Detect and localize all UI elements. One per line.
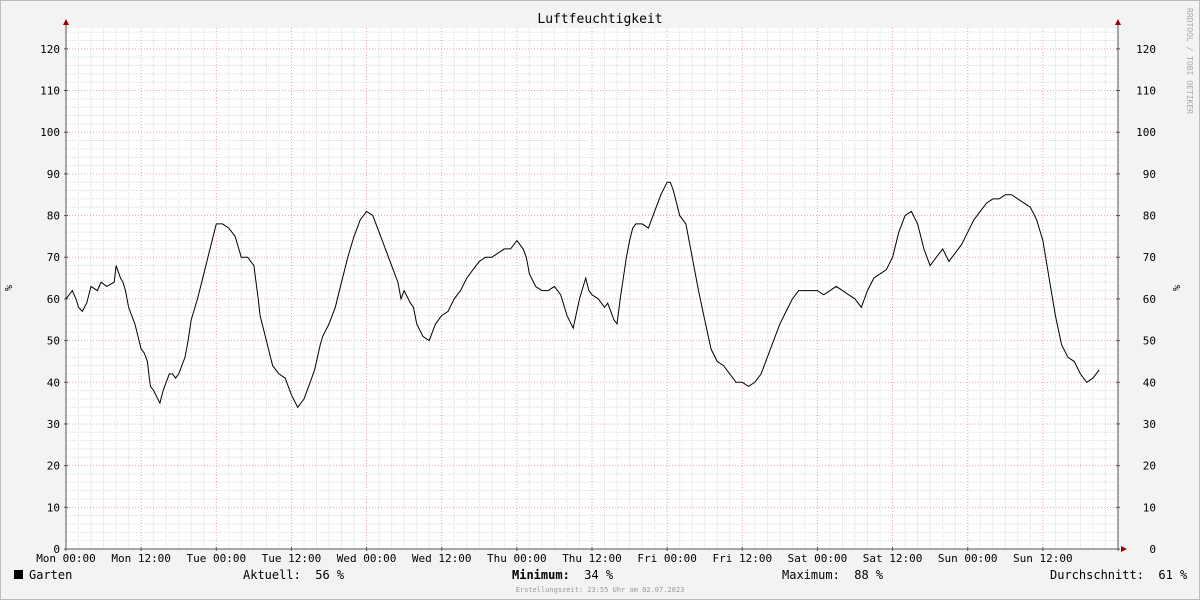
chart-window: 0 10 20 30 40 50 60 70 80 90 100 110 120 0 10 20 30 40 50… bbox=[0, 0, 1200, 600]
y-tick-label-left: 20 bbox=[47, 460, 60, 473]
x-tick-label: Sun 12:00 bbox=[1013, 552, 1073, 565]
y-tick-label-left: 10 bbox=[47, 501, 60, 514]
y-tick-label-left: 30 bbox=[47, 418, 60, 431]
legend-max-value: 88 % bbox=[854, 568, 884, 582]
y-tick-label-right: 10 bbox=[1143, 501, 1156, 514]
legend-current-value: 56 % bbox=[315, 568, 345, 582]
y-tick-label-left: 80 bbox=[47, 210, 60, 223]
y-tick-label-right: 120 bbox=[1136, 43, 1156, 56]
x-tick-label: Fri 12:00 bbox=[712, 552, 772, 565]
x-tick-label: Sat 00:00 bbox=[788, 552, 848, 565]
y-tick-label-right: 100 bbox=[1136, 126, 1156, 139]
y-tick-label-left: 120 bbox=[40, 43, 60, 56]
chart-title: Luftfeuchtigkeit bbox=[537, 12, 662, 27]
legend-current: Aktuell: 56 % bbox=[243, 568, 344, 582]
creation-timestamp: Erstellungszeit: 23:55 Uhr am 02.07.2023 bbox=[515, 586, 685, 594]
x-tick-label: Thu 00:00 bbox=[487, 552, 547, 565]
legend-avg-value: 61 % bbox=[1158, 568, 1188, 582]
legend-series-name: Garten bbox=[29, 568, 73, 582]
humidity-chart: 0102030405060708090100110120 01020304050… bbox=[0, 0, 1200, 600]
y-tick-label-right: 90 bbox=[1143, 168, 1156, 181]
x-tick-label: Wed 00:00 bbox=[337, 552, 397, 565]
x-tick-label: Mon 00:00 bbox=[36, 552, 96, 565]
y-axis-label-left: % bbox=[4, 285, 15, 291]
y-tick-label-left: 50 bbox=[47, 335, 60, 348]
x-tick-label: Tue 00:00 bbox=[186, 552, 246, 565]
y-tick-label-right: 40 bbox=[1143, 376, 1156, 389]
legend-maximum: Maximum: 88 % bbox=[782, 568, 883, 582]
legend-swatch bbox=[14, 570, 23, 579]
legend: Garten Aktuell: 56 % Minimum: 34 % Maxim… bbox=[0, 568, 1200, 584]
y-tick-label-right: 60 bbox=[1143, 293, 1156, 306]
y-tick-label-right: 80 bbox=[1143, 210, 1156, 223]
legend-avg-label: Durchschnitt: bbox=[1050, 568, 1144, 582]
legend-current-label: Aktuell: bbox=[243, 568, 301, 582]
y-tick-label-right: 20 bbox=[1143, 460, 1156, 473]
y-tick-label-right: 70 bbox=[1143, 251, 1156, 264]
y-tick-label-right: 30 bbox=[1143, 418, 1156, 431]
legend-min-label: Minimum: bbox=[512, 568, 570, 582]
x-tick-label: Sun 00:00 bbox=[938, 552, 998, 565]
legend-series: Garten bbox=[14, 568, 72, 582]
y-tick-label-right: 110 bbox=[1136, 85, 1156, 98]
x-tick-label: Tue 12:00 bbox=[262, 552, 322, 565]
y-tick-label-left: 60 bbox=[47, 293, 60, 306]
y-tick-label-left: 90 bbox=[47, 168, 60, 181]
x-tick-label: Wed 12:00 bbox=[412, 552, 472, 565]
legend-min-value: 34 % bbox=[584, 568, 614, 582]
x-tick-label: Mon 12:00 bbox=[111, 552, 171, 565]
rrdtool-watermark: RRDTOOL / TOBI OETIKER bbox=[1185, 8, 1194, 114]
legend-max-label: Maximum: bbox=[782, 568, 840, 582]
y-tick-label-left: 100 bbox=[40, 126, 60, 139]
legend-average: Durchschnitt: 61 % bbox=[1050, 568, 1187, 582]
y-tick-label-left: 40 bbox=[47, 376, 60, 389]
y-tick-label-left: 70 bbox=[47, 251, 60, 264]
y-axis-label-right: % bbox=[1172, 285, 1183, 291]
y-tick-label-left: 110 bbox=[40, 85, 60, 98]
y-tick-label-right: 0 bbox=[1149, 543, 1156, 556]
y-tick-label-right: 50 bbox=[1143, 335, 1156, 348]
legend-minimum: Minimum: 34 % bbox=[512, 568, 613, 582]
x-tick-label: Sat 12:00 bbox=[863, 552, 923, 565]
x-tick-label: Fri 00:00 bbox=[637, 552, 697, 565]
x-tick-label: Thu 12:00 bbox=[562, 552, 622, 565]
